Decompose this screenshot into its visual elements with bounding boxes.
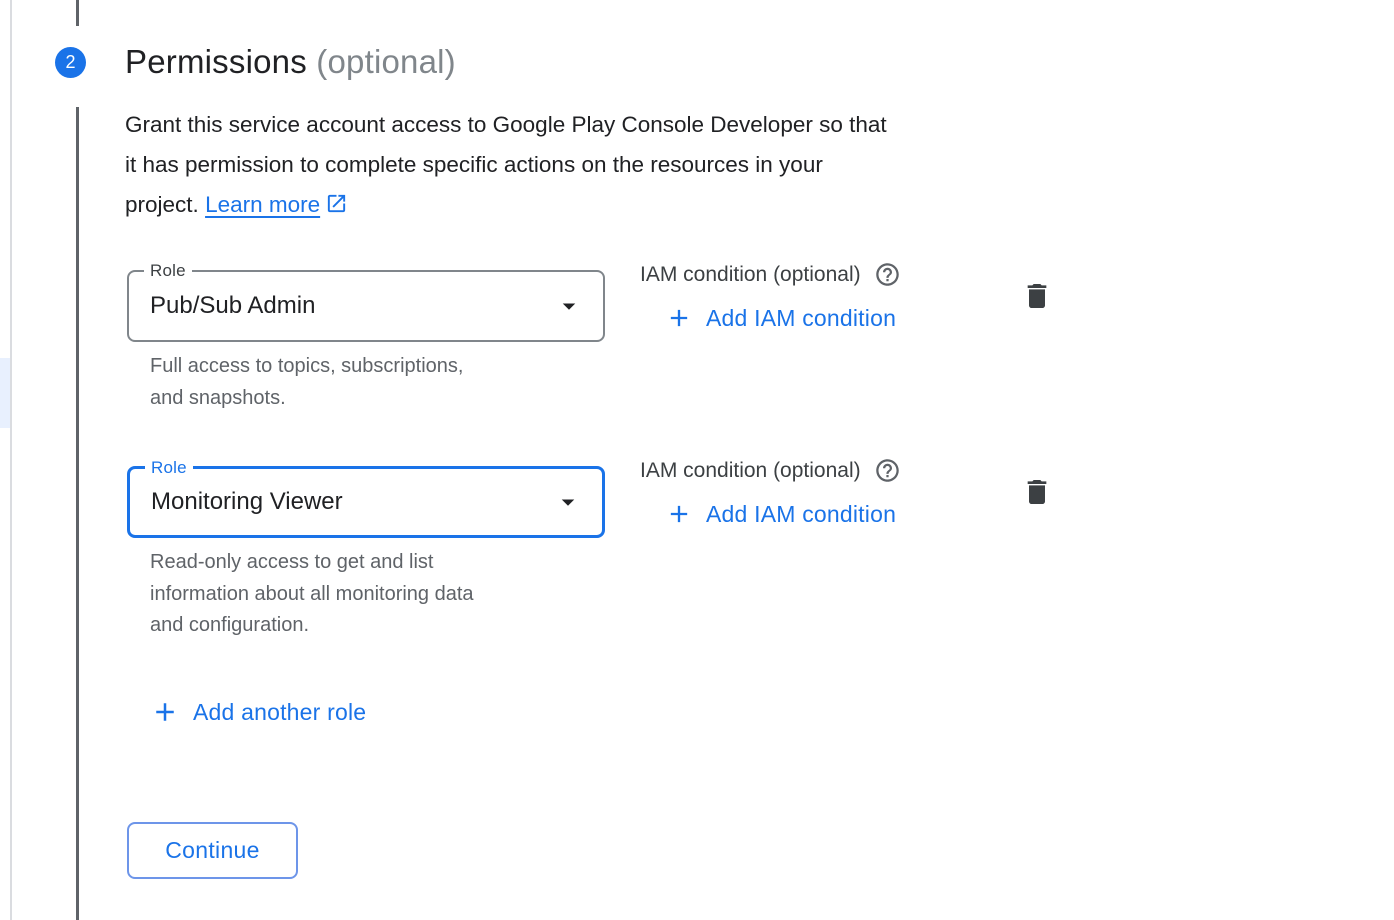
- step-number: 2: [65, 52, 75, 73]
- continue-button[interactable]: Continue: [127, 822, 298, 879]
- role-select-2-value: Monitoring Viewer: [151, 488, 343, 516]
- plus-icon: [665, 304, 693, 332]
- role-1-helper-line: Full access to topics, subscriptions,: [150, 351, 580, 383]
- learn-more-link[interactable]: Learn more: [205, 192, 320, 217]
- plus-icon: [150, 697, 180, 727]
- stepper-connector-bottom: [76, 107, 79, 920]
- role-2-helper-line: Read-only access to get and list: [150, 547, 580, 579]
- role-1-helper-line: and snapshots.: [150, 383, 580, 415]
- step-indicator: 2: [55, 47, 86, 78]
- role-1-helper: Full access to topics, subscriptions, an…: [150, 351, 580, 414]
- add-iam-condition-button-1[interactable]: Add IAM condition: [665, 304, 896, 332]
- page-title-text: Permissions: [125, 43, 307, 80]
- plus-icon: [665, 500, 693, 528]
- role-2-helper: Read-only access to get and list informa…: [150, 547, 580, 642]
- iam-condition-2-label: IAM condition (optional): [640, 459, 861, 483]
- role-select-1-label: Role: [144, 261, 192, 281]
- delete-icon: [1021, 280, 1053, 312]
- arrow-drop-down-icon: [554, 291, 584, 321]
- role-select-2[interactable]: Role Monitoring Viewer: [127, 466, 605, 538]
- role-select-1[interactable]: Role Pub/Sub Admin: [127, 270, 605, 342]
- add-iam-condition-button-2[interactable]: Add IAM condition: [665, 500, 896, 528]
- delete-icon: [1021, 476, 1053, 508]
- add-another-role-button[interactable]: Add another role: [150, 697, 366, 727]
- stepper-connector-top: [76, 0, 79, 26]
- role-select-1-value: Pub/Sub Admin: [150, 292, 315, 320]
- add-iam-condition-1-label: Add IAM condition: [706, 305, 896, 332]
- description-line: Grant this service account access to Goo…: [125, 105, 1115, 145]
- sidebar-highlight-strip: [0, 358, 10, 428]
- open-in-new-icon: [325, 192, 348, 215]
- delete-role-button-1[interactable]: [1020, 280, 1054, 314]
- permissions-step-panel: 2 Permissions (optional) Grant this serv…: [0, 0, 1394, 920]
- step-description: Grant this service account access to Goo…: [125, 105, 1115, 225]
- iam-condition-block-2: IAM condition (optional) Add IAM conditi…: [640, 457, 1060, 533]
- description-line-last: project. Learn more: [125, 185, 1115, 225]
- iam-condition-block-1: IAM condition (optional) Add IAM conditi…: [640, 261, 1060, 337]
- description-line: it has permission to complete specific a…: [125, 145, 1115, 185]
- role-select-2-label: Role: [145, 458, 193, 478]
- help-icon[interactable]: [874, 457, 901, 484]
- left-divider: [10, 0, 12, 920]
- add-another-role-label: Add another role: [193, 699, 366, 726]
- iam-condition-1-label: IAM condition (optional): [640, 263, 861, 287]
- page-title: Permissions (optional): [125, 43, 456, 81]
- add-iam-condition-2-label: Add IAM condition: [706, 501, 896, 528]
- page-title-optional: (optional): [316, 43, 456, 80]
- help-icon[interactable]: [874, 261, 901, 288]
- delete-role-button-2[interactable]: [1020, 476, 1054, 510]
- role-2-helper-line: information about all monitoring data: [150, 579, 580, 611]
- arrow-drop-down-icon: [553, 487, 583, 517]
- description-line: project.: [125, 192, 199, 217]
- role-2-helper-line: and configuration.: [150, 610, 580, 642]
